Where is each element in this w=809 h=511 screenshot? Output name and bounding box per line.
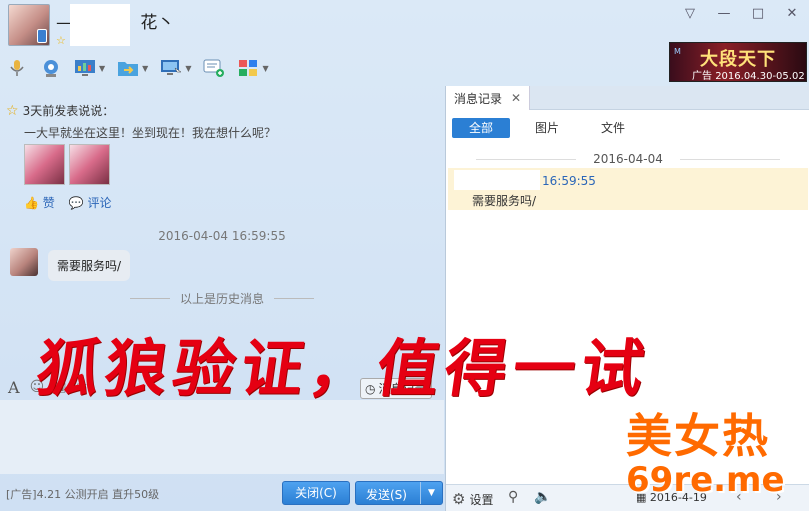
chevron-down-icon[interactable]: ▼ [262, 64, 268, 73]
nickname-redaction [70, 4, 130, 46]
feed-photo-thumbnail[interactable] [69, 144, 110, 185]
filter-images[interactable]: 图片 [518, 118, 576, 138]
close-tab-icon[interactable]: ✕ [511, 91, 521, 105]
comment-button[interactable]: 💬 评论 [69, 194, 112, 211]
settings-button[interactable]: ⚙ 设置 [452, 490, 493, 508]
font-icon[interactable]: A [8, 378, 20, 397]
brand-logo: 美女热 69re.me [626, 409, 785, 500]
gear-icon: ⚙ [452, 490, 466, 508]
new-message-button[interactable] [203, 58, 225, 78]
microphone-icon [10, 60, 24, 76]
filter-files[interactable]: 文件 [584, 118, 642, 138]
speaker-icon[interactable]: 🔈 [534, 489, 551, 505]
feed-photo-thumbnail[interactable] [24, 144, 65, 185]
feed-header: ☆ 3天前发表说说： [6, 102, 115, 119]
apps-icon [239, 60, 258, 76]
send-button[interactable]: 发送(S) ▼ [355, 481, 443, 505]
remote-desktop-icon [161, 60, 183, 75]
contact-avatar[interactable] [8, 4, 50, 46]
ad-brand-mark: M [674, 47, 681, 56]
feed-actions: 👍 赞 💬 评论 [24, 194, 112, 211]
screen-share-icon [75, 60, 95, 76]
record-time: 16:59:55 [542, 174, 596, 188]
file-transfer-button[interactable]: ▼ [117, 58, 148, 78]
video-icon [44, 60, 58, 77]
maximize-button[interactable]: □ [751, 6, 765, 21]
screen-share-button[interactable]: ▼ [74, 58, 105, 78]
close-window-button[interactable]: ✕ [785, 6, 799, 21]
chevron-down-icon[interactable]: ▼ [142, 64, 148, 73]
record-message: 需要服务吗/ [472, 194, 537, 208]
bottom-bar: [广告]4.21 公测开启 直升50级 关闭(C) 发送(S) ▼ [0, 476, 444, 510]
close-button[interactable]: 关闭(C) [282, 481, 350, 505]
sender-name-redaction [454, 170, 540, 190]
chevron-down-icon[interactable]: ▼ [185, 64, 191, 73]
search-icon[interactable]: ⚲ [508, 489, 518, 505]
file-transfer-icon [118, 62, 139, 76]
like-button[interactable]: 👍 赞 [24, 194, 55, 211]
remote-desktop-button[interactable]: ▼ [160, 58, 191, 78]
watermark-text: 狐狼验证，值得一试 [32, 332, 655, 405]
star-level-icon: ☆ [56, 34, 66, 47]
mobile-online-icon [37, 29, 47, 43]
menu-dropdown-icon[interactable]: ▽ [683, 6, 697, 21]
chat-toolbar: ▼ ▼ ▼ ▼ [6, 54, 269, 82]
history-divider: 以上是历史消息 [0, 290, 444, 307]
filter-all[interactable]: 全部 [452, 118, 510, 138]
feed-text: 一大早就坐在这里！坐到现在！我在想什么呢？ [24, 126, 277, 140]
ad-banner-top[interactable]: M 大段天下 广告 2016.04.30-05.02 [669, 42, 807, 82]
message-timestamp: 2016-04-04 16:59:55 [158, 229, 286, 243]
send-options-chevron-icon[interactable]: ▼ [420, 482, 442, 504]
record-item[interactable]: 16:59:55 需要服务吗/ [448, 168, 808, 210]
message-bubble: 需要服务吗/ [48, 250, 131, 281]
voice-call-button[interactable] [6, 58, 28, 78]
star-icon: ☆ [6, 102, 19, 119]
record-filters: 全部 图片 文件 [452, 118, 642, 138]
apps-button[interactable]: ▼ [237, 58, 269, 78]
ad-text-link[interactable]: [广告]4.21 公测开启 直升50级 [6, 486, 159, 502]
sender-avatar[interactable] [10, 248, 38, 276]
message-input[interactable] [0, 400, 444, 474]
minimize-button[interactable]: — [717, 6, 731, 21]
chevron-down-icon[interactable]: ▼ [99, 64, 105, 73]
window-controls: ▽ — □ ✕ [683, 6, 799, 21]
record-date: 2016-04-04 [446, 152, 809, 166]
tab-message-record[interactable]: 消息记录 ✕ [446, 86, 530, 110]
ad-dates: 广告 2016.04.30-05.02 [692, 71, 805, 82]
new-message-icon [203, 59, 225, 77]
video-call-button[interactable] [40, 58, 62, 78]
